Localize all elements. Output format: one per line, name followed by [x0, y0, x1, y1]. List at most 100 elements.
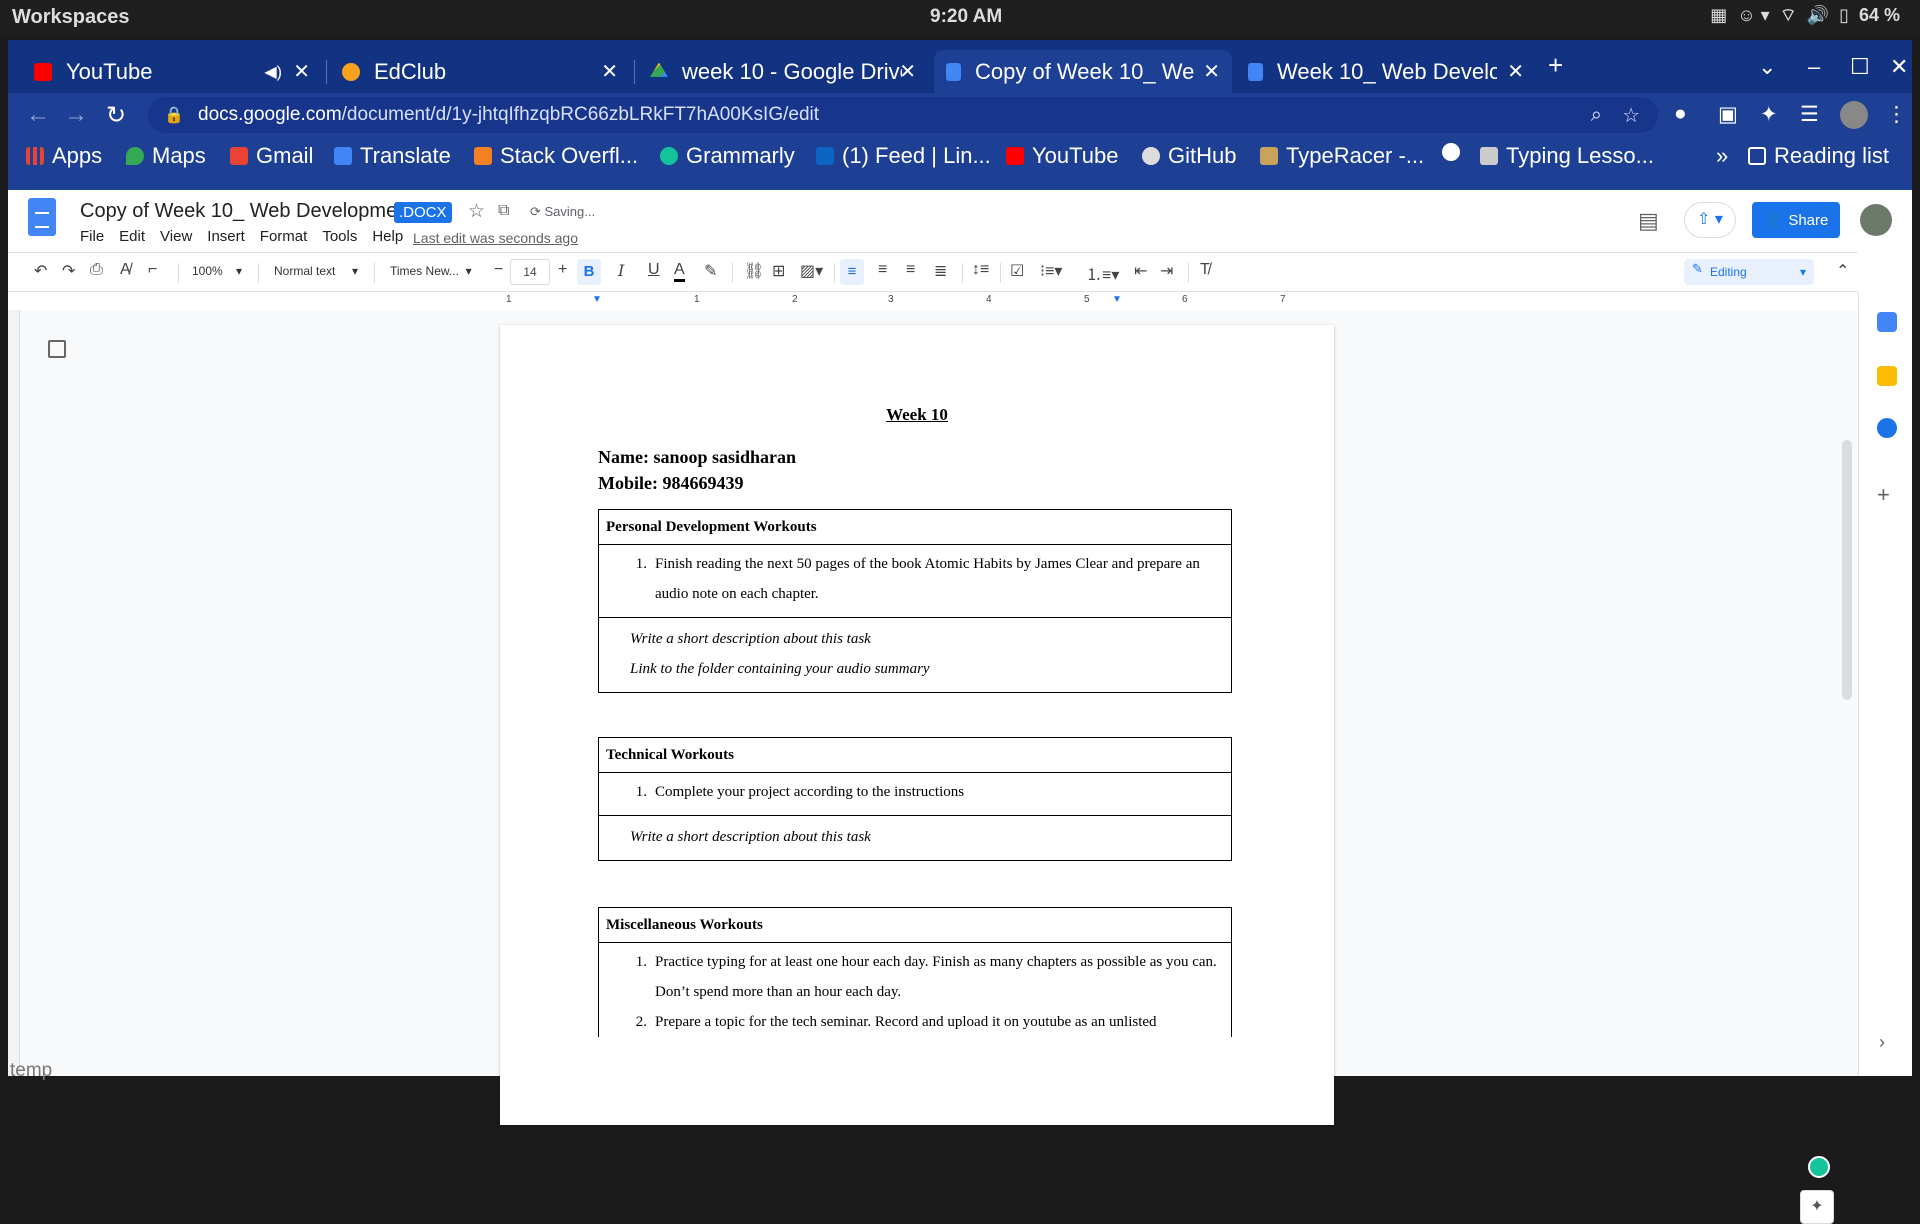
clear-formatting-icon[interactable]: T̸ [1200, 261, 1210, 279]
redo-icon[interactable]: ↷ [62, 261, 75, 281]
grammarly-badge[interactable] [1808, 1156, 1830, 1178]
back-icon[interactable]: ← [26, 101, 50, 129]
bookmark-translate[interactable]: Translate [334, 143, 451, 169]
clock[interactable]: 9:20 AM [930, 6, 1002, 28]
star-icon[interactable]: ☆ [468, 200, 485, 223]
extensions-puzzle-icon[interactable]: ✦ [1760, 102, 1778, 127]
share-button[interactable]: 👤 Share [1752, 202, 1840, 238]
tab-edclub[interactable]: EdClub ✕ [330, 50, 630, 93]
right-indent-marker[interactable]: ▼ [1112, 294, 1122, 305]
window-list-icon[interactable]: ▦ [1710, 5, 1727, 26]
close-tab-icon[interactable]: ✕ [1507, 59, 1524, 84]
bookmark-stack-overflow[interactable]: Stack Overfl... [474, 143, 638, 169]
bookmark-apps[interactable]: Apps [26, 143, 102, 169]
menu-edit[interactable]: Edit [119, 228, 145, 245]
menu-help[interactable]: Help [372, 228, 403, 245]
document-title[interactable]: Copy of Week 10_ Web Development [80, 200, 414, 223]
lock-icon[interactable]: 🔒 [164, 105, 184, 125]
increase-indent-icon[interactable]: ⇥ [1160, 261, 1173, 281]
close-window-button[interactable]: ✕ [1890, 54, 1908, 80]
more-bookmarks-icon[interactable]: » [1716, 143, 1728, 169]
zoom-search-icon[interactable]: ⌕ [1591, 104, 1602, 127]
tab-youtube[interactable]: YouTube ◀) ✕ [22, 50, 322, 93]
tab-week-10-web-development[interactable]: Week 10_ Web Develop ✕ [1236, 50, 1536, 93]
document-heading[interactable]: Week 10 [500, 405, 1334, 425]
bookmark-youtube[interactable]: YouTube [1006, 143, 1118, 169]
decrease-font-size-icon[interactable]: − [494, 261, 503, 279]
add-comment-icon[interactable]: ⊞ [772, 261, 785, 281]
text-color-icon[interactable]: A [674, 261, 685, 282]
vertical-ruler[interactable] [8, 310, 20, 1076]
justify-icon[interactable]: ≣ [934, 261, 947, 281]
highlight-color-icon[interactable]: ✎ [704, 261, 717, 281]
bookmark-github[interactable]: GitHub [1142, 143, 1236, 169]
reading-list[interactable]: Reading list [1748, 143, 1889, 169]
last-edit-link[interactable]: Last edit was seconds ago [413, 230, 578, 246]
paint-format-icon[interactable]: ⌐ [148, 261, 157, 279]
miscellaneous-workouts-table[interactable]: Miscellaneous Workouts 1. Practice typing… [598, 907, 1232, 1037]
align-center-icon[interactable]: ≡ [878, 261, 887, 279]
bookmark-gmail[interactable]: Gmail [230, 143, 313, 169]
calendar-icon[interactable] [1877, 312, 1897, 332]
tab-copy-of-week-10[interactable]: Copy of Week 10_ Web ✕ [934, 50, 1232, 93]
left-indent-marker[interactable]: ▼ [592, 294, 602, 305]
battery-icon[interactable]: ▯ [1839, 5, 1849, 26]
undo-icon[interactable]: ↶ [34, 261, 47, 281]
extension-doc-icon[interactable]: ▣ [1718, 102, 1738, 127]
keep-icon[interactable] [1877, 366, 1897, 386]
show-side-panel-icon[interactable]: › [1879, 1032, 1885, 1053]
tab-search-icon[interactable]: ⌄ [1758, 54, 1776, 80]
close-tab-icon[interactable]: ✕ [899, 59, 916, 84]
font-select[interactable]: Times New... ▾ [390, 264, 472, 278]
bookmark-typing-lessons[interactable]: Typing Lesso... [1480, 143, 1654, 169]
docs-home-icon[interactable] [28, 198, 56, 236]
collapse-menus-icon[interactable]: ⌃ [1836, 261, 1849, 281]
bookmark-globe[interactable] [1442, 143, 1468, 161]
close-tab-icon[interactable]: ✕ [601, 59, 618, 84]
italic-icon[interactable]: I [618, 261, 624, 280]
document-outline-icon[interactable] [48, 340, 66, 358]
horizontal-ruler[interactable]: 1 ▼ 1 2 3 4 5 6 ▼ 7 [498, 294, 1338, 308]
accessibility-icon[interactable]: ☺ ▾ [1737, 5, 1769, 26]
present-button[interactable]: ⇧ ▾ [1684, 202, 1736, 238]
close-tab-icon[interactable]: ✕ [1203, 59, 1220, 84]
profile-avatar[interactable] [1840, 101, 1868, 129]
align-right-icon[interactable]: ≡ [906, 261, 915, 279]
address-bar[interactable]: 🔒 docs.google.com/document/d/1y-jhtqIfhz… [148, 97, 1658, 133]
move-to-folder-icon[interactable]: ⧉ [498, 202, 509, 220]
close-tab-icon[interactable]: ✕ [293, 59, 310, 84]
menu-file[interactable]: File [80, 228, 104, 245]
insert-link-icon[interactable]: ⛓ [744, 261, 764, 281]
maximize-button[interactable]: ☐ [1850, 54, 1870, 80]
font-size-input[interactable]: 14 [510, 259, 550, 285]
underline-icon[interactable]: U [648, 261, 660, 279]
align-left-button[interactable]: ≡ [840, 259, 864, 285]
zoom-select[interactable]: 100% ▾ [192, 264, 242, 278]
reload-icon[interactable]: ↻ [106, 101, 126, 130]
style-select[interactable]: Normal text ▾ [274, 264, 358, 278]
bold-button[interactable]: B [577, 259, 601, 285]
menu-view[interactable]: View [160, 228, 192, 245]
forward-icon[interactable]: → [64, 101, 88, 129]
explore-button[interactable]: ✦ [1800, 1190, 1834, 1224]
editing-mode-select[interactable]: Editing [1684, 259, 1814, 285]
tab-google-drive[interactable]: week 10 - Google Drive ✕ [638, 50, 928, 93]
bookmark-typeracer[interactable]: TypeRacer -... [1260, 143, 1424, 169]
bookmark-star-icon[interactable]: ☆ [1622, 103, 1640, 128]
menu-insert[interactable]: Insert [207, 228, 245, 245]
account-avatar[interactable] [1860, 204, 1892, 236]
checklist-icon[interactable]: ☑ [1010, 261, 1024, 281]
name-line[interactable]: Name: sanoop sasidharan [598, 447, 796, 468]
bookmark-grammarly[interactable]: Grammarly [660, 143, 795, 169]
minimize-button[interactable]: – [1808, 54, 1820, 80]
new-tab-button[interactable]: + [1548, 50, 1563, 81]
volume-icon[interactable]: 🔊 [1807, 5, 1829, 26]
numbered-list-icon[interactable]: ⒈≡▾ [1086, 261, 1119, 285]
comment-history-icon[interactable]: ▤ [1638, 208, 1659, 234]
add-ons-plus-icon[interactable]: + [1877, 482, 1890, 508]
vertical-scrollbar[interactable] [1842, 440, 1852, 700]
mobile-line[interactable]: Mobile: 984669439 [598, 473, 744, 494]
media-control-icon[interactable]: ☰ [1800, 102, 1819, 127]
menu-format[interactable]: Format [260, 228, 308, 245]
decrease-indent-icon[interactable]: ⇤ [1134, 261, 1147, 281]
